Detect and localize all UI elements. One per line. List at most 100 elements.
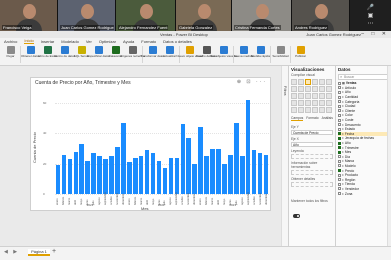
visual-type-icon[interactable] xyxy=(305,93,311,99)
ribbon-button[interactable]: Centro de datos xyxy=(54,44,75,65)
field-checkbox[interactable] xyxy=(338,150,341,154)
bar[interactable] xyxy=(79,144,84,194)
ribbon-button[interactable]: Transformar datos xyxy=(140,44,165,65)
visual-type-icon[interactable] xyxy=(319,79,325,85)
pane-side-strip[interactable] xyxy=(387,66,391,246)
visual-type-icon[interactable] xyxy=(326,93,332,99)
viz-tab[interactable]: Campos xyxy=(291,116,304,121)
field-checkbox[interactable] xyxy=(338,109,341,113)
bar[interactable] xyxy=(228,154,233,194)
field-checkbox[interactable] xyxy=(338,132,341,136)
add-page-button[interactable]: + xyxy=(52,248,56,255)
field-checkbox[interactable] xyxy=(338,141,341,145)
bar[interactable] xyxy=(198,127,203,194)
menu-tab[interactable]: Archivo xyxy=(4,39,17,44)
bar[interactable] xyxy=(109,156,114,194)
visual-type-icon[interactable] xyxy=(319,93,325,99)
viz-tab[interactable]: Formato xyxy=(306,116,318,121)
participant-tile[interactable]: Cristina Fernanda Cortes xyxy=(232,0,292,31)
bar[interactable] xyxy=(138,156,144,194)
visual-type-icon[interactable] xyxy=(326,107,332,113)
field-checkbox[interactable] xyxy=(338,123,341,127)
ribbon-button[interactable]: Sensibilidad xyxy=(272,44,289,65)
participant-tile[interactable]: Juan Carlos Gomez Rodriguez xyxy=(58,0,116,31)
visual-type-icon[interactable] xyxy=(319,100,325,106)
bar[interactable] xyxy=(222,163,227,194)
visual-type-icon[interactable] xyxy=(298,79,304,85)
ribbon-button[interactable]: Publicar xyxy=(292,44,309,65)
camera-icon[interactable]: ▣ xyxy=(368,13,374,19)
bar[interactable] xyxy=(168,157,174,194)
keep-filters-toggle[interactable] xyxy=(293,213,300,218)
field-checkbox[interactable] xyxy=(338,127,341,131)
visual-type-icon[interactable] xyxy=(312,93,318,99)
visual-type-icon[interactable] xyxy=(326,100,332,106)
bar[interactable] xyxy=(103,159,108,194)
participant-tile[interactable]: Gabriela Gonzalez xyxy=(176,0,232,31)
field-search-input[interactable]: ⌕ Buscar xyxy=(338,74,389,80)
visual-type-icon[interactable] xyxy=(305,100,311,106)
ribbon-button[interactable]: Especificar datos xyxy=(87,44,110,65)
menu-tab[interactable]: Ver xyxy=(86,39,92,44)
menu-tab[interactable]: Ayuda xyxy=(123,39,134,44)
ribbon-button[interactable]: Nueva medida xyxy=(234,44,253,65)
field-checkbox[interactable] xyxy=(338,113,341,117)
well-field[interactable]: Año xyxy=(291,142,333,147)
well-drop-zone[interactable] xyxy=(291,170,333,175)
ribbon-button[interactable]: Pegar xyxy=(2,44,19,65)
menu-tab[interactable]: Formato xyxy=(141,39,156,44)
menu-tab[interactable]: Insertar xyxy=(41,39,55,44)
user-name[interactable]: Juan Carlos Gomez Rodriguez xyxy=(306,32,361,37)
bar[interactable] xyxy=(73,151,79,194)
field-checkbox[interactable] xyxy=(338,104,341,108)
bar[interactable] xyxy=(91,153,96,194)
field-checkbox[interactable] xyxy=(338,178,341,182)
viz-tab[interactable]: Análisis xyxy=(322,116,333,121)
field-checkbox[interactable] xyxy=(338,136,341,140)
well-field[interactable]: Cuenta de Precio xyxy=(291,130,333,135)
bar[interactable] xyxy=(239,156,245,194)
bar[interactable] xyxy=(156,160,162,194)
bar[interactable] xyxy=(216,148,221,194)
bar[interactable] xyxy=(251,150,257,194)
visual-type-icon[interactable] xyxy=(305,107,311,113)
field-checkbox[interactable] xyxy=(338,169,341,173)
more-icon[interactable]: ⋯ xyxy=(368,21,374,27)
bar[interactable] xyxy=(174,157,180,194)
field-item[interactable]: Σ Zona xyxy=(338,191,389,196)
field-checkbox[interactable] xyxy=(338,164,341,168)
well-drop-zone[interactable] xyxy=(291,182,333,187)
visual-type-icon[interactable] xyxy=(291,86,297,92)
visual-type-icon[interactable] xyxy=(291,107,297,113)
bar[interactable] xyxy=(115,147,120,194)
bar[interactable] xyxy=(61,154,67,194)
page-tab-1[interactable]: Página 1 xyxy=(28,249,50,256)
bar[interactable] xyxy=(257,153,263,194)
field-checkbox[interactable] xyxy=(338,90,341,94)
field-checkbox[interactable] xyxy=(338,173,341,177)
bar[interactable] xyxy=(132,157,138,194)
ribbon-button[interactable]: Orígenes recientes xyxy=(120,44,145,65)
visual-type-icon[interactable] xyxy=(319,107,325,113)
bar[interactable] xyxy=(121,122,126,194)
menu-tab[interactable]: Modelado xyxy=(61,39,79,44)
bar[interactable] xyxy=(245,100,251,194)
visual-type-icon[interactable] xyxy=(291,100,297,106)
field-checkbox[interactable] xyxy=(338,118,341,122)
visual-type-icon[interactable] xyxy=(298,100,304,106)
well-drop-zone[interactable] xyxy=(291,154,333,159)
mic-icon[interactable]: 🎤 xyxy=(367,5,374,11)
bar[interactable] xyxy=(204,156,209,194)
bar[interactable] xyxy=(144,150,150,194)
visual-type-icon[interactable] xyxy=(319,86,325,92)
participant-tile[interactable]: Alejandro Fernandez Fuent xyxy=(116,0,176,31)
bar[interactable] xyxy=(55,165,61,194)
visual-type-icon[interactable] xyxy=(291,79,297,85)
field-checkbox[interactable] xyxy=(338,192,341,196)
bar[interactable] xyxy=(85,160,90,194)
visual-type-icon[interactable] xyxy=(312,107,318,113)
menu-tab[interactable]: Optimizar xyxy=(99,39,116,44)
chart-card[interactable]: Cuenta de Precio por Año, Trimestre y Me… xyxy=(30,77,271,211)
page-nav-arrows[interactable]: ◀ ▶ xyxy=(4,249,19,255)
bar[interactable] xyxy=(127,162,132,194)
